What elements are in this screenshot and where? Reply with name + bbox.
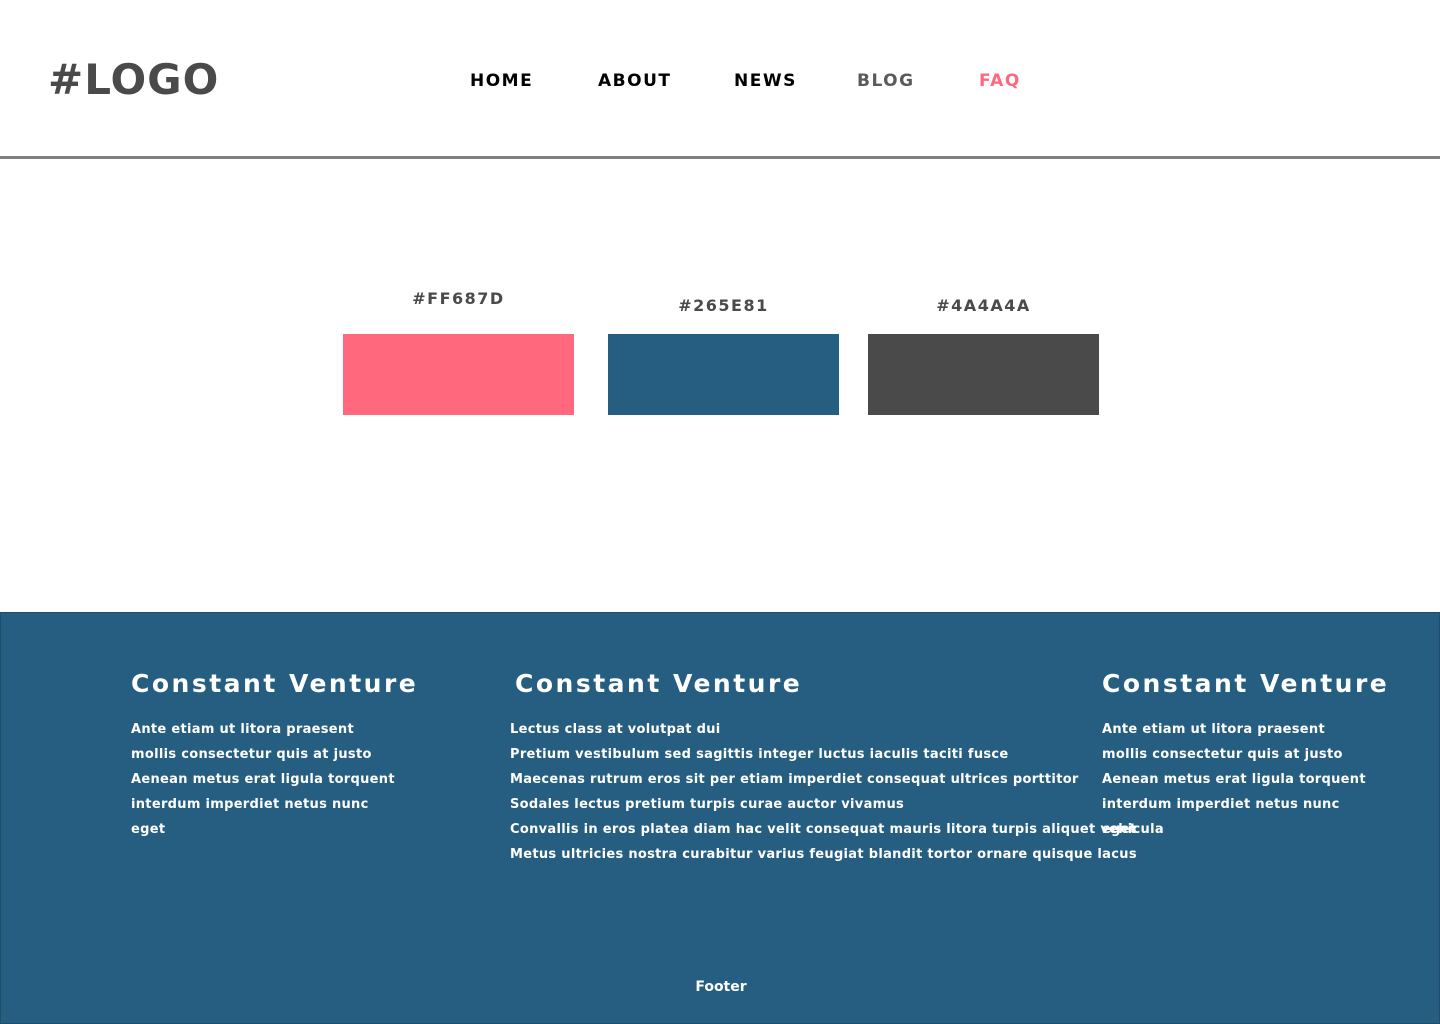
- swatch-label-gray: #4A4A4A: [936, 296, 1031, 315]
- footer-column-title: Constant Venture: [1102, 669, 1390, 698]
- logo[interactable]: #LOGO: [48, 54, 219, 106]
- footer-line: Ante etiam ut litora praesent: [1102, 722, 1325, 737]
- footer-line: Convallis in eros platea diam hac velit …: [510, 822, 1164, 837]
- footer-line: Sodales lectus pretium turpis curae auct…: [510, 797, 905, 812]
- site-header: #LOGO HOME ABOUT NEWS BLOG FAQ: [0, 0, 1440, 159]
- nav-home-link[interactable]: HOME: [470, 70, 533, 92]
- nav-blog-link[interactable]: BLOG: [857, 70, 915, 92]
- footer-line: Aenean metus erat ligula torquent: [131, 772, 395, 787]
- footer-line: eget: [1102, 822, 1137, 837]
- swatch-label-pink: #FF687D: [412, 289, 505, 308]
- footer-line: eget: [131, 822, 166, 837]
- footer-line: Ante etiam ut litora praesent: [131, 722, 354, 737]
- footer-column-list: Ante etiam ut litora praesent mollis con…: [1102, 717, 1366, 842]
- swatch-blue: [608, 334, 839, 415]
- footer-column-list: Lectus class at volutpat dui Pretium ves…: [510, 717, 1164, 867]
- footer-line: interdum imperdiet netus nunc: [1102, 797, 1340, 812]
- footer-line: Pretium vestibulum sed sagittis integer …: [510, 747, 1009, 762]
- footer-line: mollis consectetur quis at justo: [131, 747, 372, 762]
- footer-column-title: Constant Venture: [131, 669, 419, 698]
- footer-line: Aenean metus erat ligula torquent: [1102, 772, 1366, 787]
- footer-column-title: Constant Venture: [515, 669, 803, 698]
- footer-label: Footer: [695, 979, 747, 995]
- nav-about-link[interactable]: ABOUT: [598, 70, 671, 92]
- swatch-label-blue: #265E81: [678, 296, 769, 315]
- footer-line: Lectus class at volutpat dui: [510, 722, 721, 737]
- nav-news-link[interactable]: NEWS: [734, 70, 797, 92]
- footer-line: Maecenas rutrum eros sit per etiam imper…: [510, 772, 1079, 787]
- nav-faq-link[interactable]: FAQ: [979, 70, 1021, 92]
- footer-column-list: Ante etiam ut litora praesent mollis con…: [131, 717, 395, 842]
- footer-line: mollis consectetur quis at justo: [1102, 747, 1343, 762]
- site-footer: Constant Venture Ante etiam ut litora pr…: [0, 612, 1440, 1024]
- swatch-pink: [343, 334, 574, 415]
- footer-line: interdum imperdiet netus nunc: [131, 797, 369, 812]
- swatch-gray: [868, 334, 1099, 415]
- footer-line: Metus ultricies nostra curabitur varius …: [510, 847, 1137, 862]
